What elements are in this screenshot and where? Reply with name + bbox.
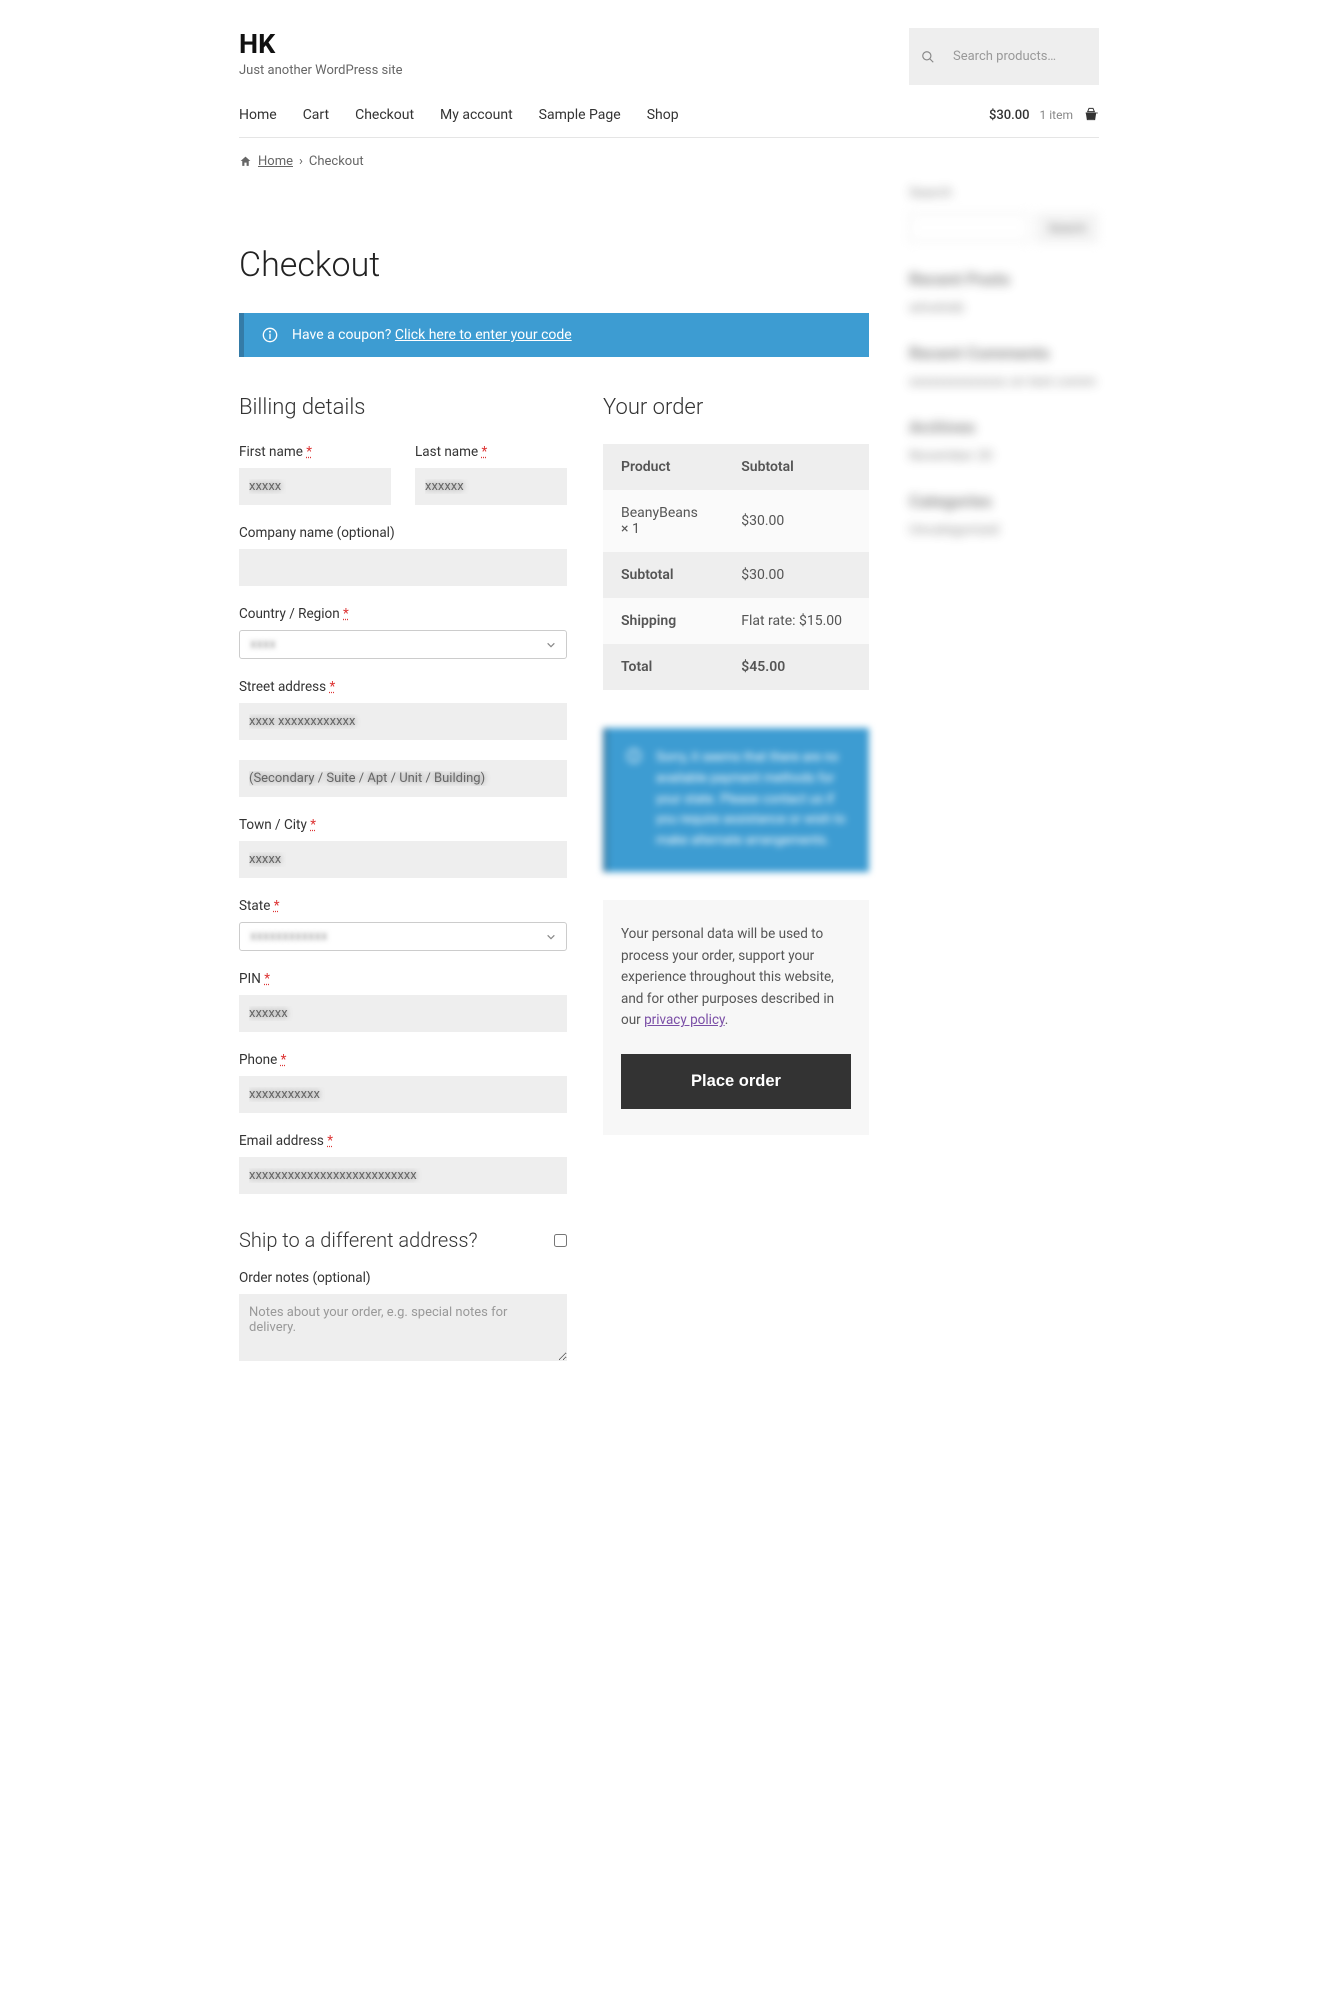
archives-title: Archives [909,418,1099,438]
order-notes-input[interactable] [239,1294,567,1361]
coupon-banner: Have a coupon? Click here to enter your … [239,313,869,357]
city-label: Town / City * [239,817,567,833]
order-heading: Your order [603,395,869,420]
order-table: Product Subtotal BeanyBeans× 1 $30.00 Su… [603,444,869,690]
nav-home[interactable]: Home [239,107,277,123]
breadcrumb-current: Checkout [309,154,364,169]
company-label: Company name (optional) [239,525,567,541]
cart-amount: $30.00 [989,108,1030,123]
recent-comment-link[interactable]: xxxxxxxxxxxxxx on test comm [909,374,1099,390]
street-label: Street address * [239,679,567,695]
coupon-link[interactable]: Click here to enter your code [395,327,572,343]
search-input[interactable] [943,38,1087,75]
state-select[interactable]: xxxxxxxxxxxx [239,922,567,951]
company-input[interactable] [239,549,567,586]
breadcrumb-home[interactable]: Home [258,154,293,169]
order-notes-label: Order notes (optional) [239,1270,567,1286]
categories-title: Categories [909,492,1099,512]
nav-sample-page[interactable]: Sample Page [539,107,621,123]
place-order-button[interactable]: Place order [621,1054,851,1109]
city-input[interactable] [239,841,567,878]
col-product: Product [603,444,723,490]
street2-input[interactable] [239,760,567,797]
email-label: Email address * [239,1133,567,1149]
home-icon [239,155,252,168]
sidebar-search-button[interactable]: Search [1037,214,1097,242]
first-name-input[interactable] [239,468,391,505]
recent-comments-title: Recent Comments [909,344,1099,364]
cart-count: 1 item [1040,108,1073,122]
order-total-row: Total $45.00 [603,644,869,690]
site-tagline: Just another WordPress site [239,63,403,78]
primary-nav: Home Cart Checkout My account Sample Pag… [239,107,679,123]
order-shipping-row: Shipping Flat rate: $15.00 [603,598,869,644]
nav-shop[interactable]: Shop [647,107,679,123]
coupon-prompt: Have a coupon? [292,327,391,343]
payment-notice: Sorry, it seems that there are no availa… [603,728,869,872]
recent-post-link[interactable]: wtrwtreb [909,300,1099,316]
nav-my-account[interactable]: My account [440,107,513,123]
site-title: HK [239,28,403,60]
recent-posts-title: Recent Posts [909,270,1099,290]
basket-icon [1083,107,1099,123]
page-title: Checkout [239,245,869,285]
phone-label: Phone * [239,1052,567,1068]
phone-input[interactable] [239,1076,567,1113]
order-subtotal-row: Subtotal $30.00 [603,552,869,598]
sidebar-search-input[interactable] [909,213,1029,242]
ship-different-checkbox[interactable] [554,1234,567,1247]
billing-heading: Billing details [239,395,567,420]
email-input[interactable] [239,1157,567,1194]
order-item-row: BeanyBeans× 1 $30.00 [603,490,869,552]
category-link[interactable]: Uncategorized [909,522,1099,538]
pin-label: PIN * [239,971,567,987]
col-subtotal: Subtotal [723,444,869,490]
last-name-label: Last name * [415,444,567,460]
first-name-label: First name * [239,444,391,460]
search-icon [921,50,935,64]
country-label: Country / Region * [239,606,567,622]
privacy-box: Your personal data will be used to proce… [603,900,869,1135]
state-label: State * [239,898,567,914]
street1-input[interactable] [239,703,567,740]
privacy-policy-link[interactable]: privacy policy [644,1012,725,1028]
nav-checkout[interactable]: Checkout [355,107,414,123]
info-icon [262,327,278,343]
nav-cart[interactable]: Cart [303,107,329,123]
breadcrumb: Home › Checkout [239,138,1099,185]
chevron-down-icon [546,932,556,942]
archive-link[interactable]: November 20 [909,448,1099,464]
cart-summary[interactable]: $30.00 1 item [989,107,1099,123]
pin-input[interactable] [239,995,567,1032]
last-name-input[interactable] [415,468,567,505]
chevron-down-icon [546,640,556,650]
ship-heading: Ship to a different address? [239,1228,478,1252]
sidebar: Search Search Recent Posts wtrwtreb Rece… [909,185,1099,566]
country-select[interactable]: xxxx [239,630,567,659]
info-icon [626,748,642,764]
product-search[interactable] [909,28,1099,85]
